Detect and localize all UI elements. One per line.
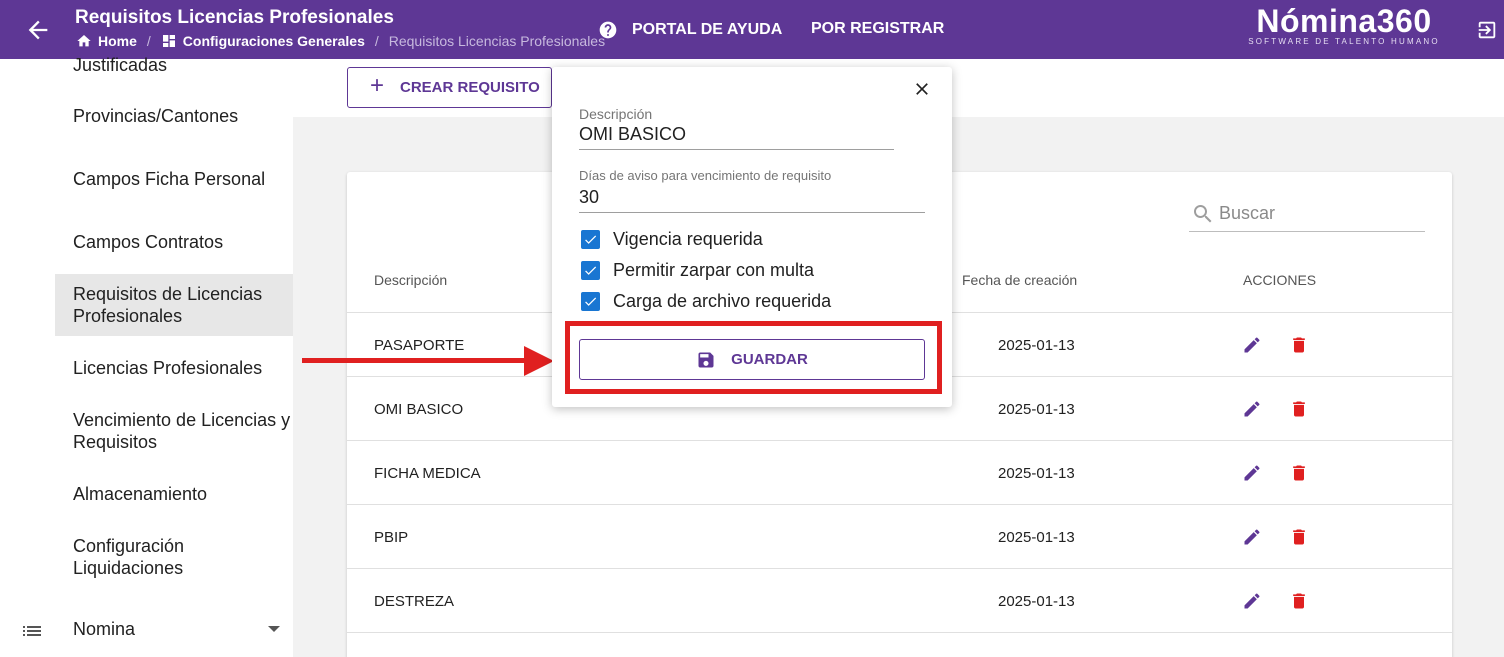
register-label: POR REGISTRAR: [811, 20, 945, 37]
logo-subtitle: SOFTWARE DE TALENTO HUMANO: [1248, 37, 1440, 46]
list-icon: [23, 626, 41, 636]
row-date: 2025-01-13: [998, 401, 1075, 418]
days-field[interactable]: [579, 187, 925, 213]
row-description: DESTREZA: [374, 593, 455, 610]
breadcrumb-home-label: Home: [98, 33, 137, 49]
sidebar: Justificadas Provincias/Cantones Campos …: [0, 55, 293, 657]
column-header-fecha[interactable]: Fecha de creación: [962, 272, 1077, 288]
sidebar-group-label: Nomina: [73, 619, 136, 639]
days-field-label: Días de aviso para vencimiento de requis…: [579, 168, 832, 183]
edit-icon[interactable]: [1242, 527, 1262, 547]
home-icon: [77, 35, 91, 47]
register-link[interactable]: POR REGISTRAR: [811, 20, 944, 38]
sidebar-item-almacenamiento[interactable]: Almacenamiento: [55, 483, 293, 505]
edit-icon[interactable]: [1242, 591, 1262, 611]
save-icon: [698, 352, 714, 367]
checkbox-checked-icon: [581, 230, 600, 249]
table-row: DESTREZA 2025-01-13: [347, 568, 1452, 632]
brand-logo: Nómina360 SOFTWARE DE TALENTO HUMANO: [1242, 3, 1446, 46]
sidebar-item-licencias[interactable]: Licencias Profesionales: [55, 357, 293, 379]
save-button[interactable]: GUARDAR: [579, 339, 925, 380]
sidebar-group-nomina[interactable]: Nomina: [0, 614, 293, 654]
logo-text: Nómina360: [1256, 3, 1432, 39]
annotation-arrow-shaft: [302, 358, 530, 363]
sidebar-item-provincias[interactable]: Provincias/Cantones: [55, 105, 293, 127]
sidebar-item-vencimiento[interactable]: Vencimiento de Licencias y Requisitos: [55, 409, 293, 453]
breadcrumb-configuraciones-label: Configuraciones Generales: [182, 33, 365, 49]
page-title: Requisitos Licencias Profesionales: [75, 7, 394, 28]
delete-icon[interactable]: [1289, 398, 1309, 420]
delete-icon[interactable]: [1289, 526, 1309, 548]
checkbox-label: Vigencia requerida: [613, 229, 763, 249]
sidebar-item-campos-ficha[interactable]: Campos Ficha Personal: [55, 168, 293, 190]
edit-icon[interactable]: [1242, 335, 1262, 355]
create-requirement-button[interactable]: + CREAR REQUISITO: [347, 67, 552, 108]
search-input[interactable]: [1219, 200, 1419, 226]
row-date: 2025-01-13: [998, 529, 1075, 546]
caret-down-icon: [268, 626, 280, 632]
checkbox-carga-archivo[interactable]: Carga de archivo requerida: [581, 291, 831, 312]
annotation-arrow-head: [524, 346, 554, 376]
row-description: PASAPORTE: [374, 337, 465, 354]
row-date: 2025-01-13: [998, 465, 1075, 482]
description-field-label: Descripción: [579, 106, 653, 122]
column-header-descripcion[interactable]: Descripción: [374, 272, 447, 288]
checkbox-label: Permitir zarpar con multa: [613, 260, 815, 280]
checkbox-checked-icon: [581, 292, 600, 311]
close-icon[interactable]: [912, 79, 932, 99]
plus-icon: +: [370, 72, 385, 99]
row-description: FICHA MEDICA: [374, 465, 481, 482]
checkbox-zarpar[interactable]: Permitir zarpar con multa: [581, 260, 814, 281]
row-date: 2025-01-13: [998, 593, 1075, 610]
sidebar-item-justificadas[interactable]: Justificadas: [55, 54, 293, 76]
search-field: [1189, 198, 1425, 232]
table-footer-divider: [347, 632, 1452, 633]
table-row: PBIP 2025-01-13: [347, 504, 1452, 568]
breadcrumb: Home / Configuraciones Generales / Requi…: [76, 33, 605, 49]
help-icon: [599, 21, 617, 39]
delete-icon[interactable]: [1289, 462, 1309, 484]
delete-icon[interactable]: [1289, 334, 1309, 356]
sidebar-item-liquidaciones[interactable]: Configuración Liquidaciones: [55, 535, 293, 579]
sidebar-item-requisitos[interactable]: Requisitos de Licencias Profesionales: [55, 274, 293, 336]
logout-icon[interactable]: [1476, 19, 1498, 41]
checkbox-label: Carga de archivo requerida: [613, 291, 832, 311]
dashboard-icon: [162, 35, 175, 47]
breadcrumb-current: Requisitos Licencias Profesionales: [388, 33, 606, 49]
back-arrow-icon[interactable]: [24, 16, 52, 44]
create-requirement-label: CREAR REQUISITO: [400, 79, 540, 96]
save-button-label: GUARDAR: [731, 351, 808, 368]
breadcrumb-separator: /: [146, 33, 151, 49]
row-description: PBIP: [374, 529, 409, 546]
delete-icon[interactable]: [1289, 590, 1309, 612]
breadcrumb-home[interactable]: Home: [76, 33, 137, 49]
sidebar-item-campos-contratos[interactable]: Campos Contratos: [55, 231, 293, 253]
help-portal-label: PORTAL DE AYUDA: [632, 21, 783, 38]
row-description: OMI BASICO: [374, 401, 464, 418]
row-date: 2025-01-13: [998, 337, 1075, 354]
app-header: Requisitos Licencias Profesionales Home …: [0, 0, 1504, 59]
description-field[interactable]: [579, 124, 894, 150]
checkbox-checked-icon: [581, 261, 600, 280]
edit-icon[interactable]: [1242, 463, 1262, 483]
table-row: FICHA MEDICA 2025-01-13: [347, 440, 1452, 504]
checkbox-vigencia[interactable]: Vigencia requerida: [581, 229, 763, 250]
help-portal-link[interactable]: PORTAL DE AYUDA: [598, 20, 782, 40]
edit-icon[interactable]: [1242, 399, 1262, 419]
breadcrumb-configuraciones[interactable]: Configuraciones Generales: [161, 33, 365, 49]
column-header-acciones: ACCIONES: [1243, 272, 1317, 288]
breadcrumb-separator: /: [374, 33, 379, 49]
search-icon: [1194, 205, 1212, 223]
